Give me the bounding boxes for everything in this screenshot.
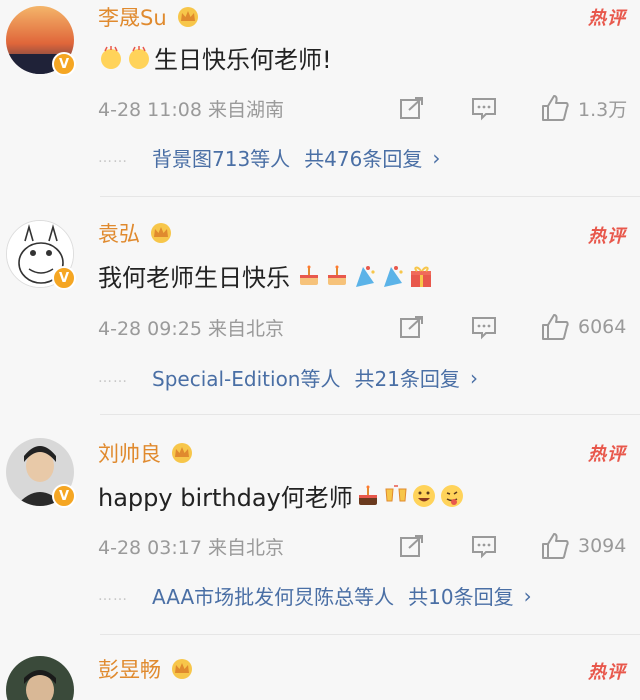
like-count: 3094: [578, 535, 627, 557]
comment-button[interactable]: [470, 314, 498, 340]
comment-text: 我何老师生日快乐: [98, 264, 290, 292]
reply-users: Special-Edition等人: [152, 367, 341, 391]
comment-timestamp: 4-28 03:17 来自北京: [98, 536, 284, 559]
comment-text-row: happy birthday何老师: [98, 478, 467, 513]
comment-timestamp: 4-28 09:25 来自北京: [98, 317, 284, 340]
avatar[interactable]: V: [6, 438, 76, 508]
avatar[interactable]: V: [6, 220, 76, 290]
cake-emoji: [358, 485, 377, 505]
dots-separator: ……: [98, 149, 128, 166]
tongue-emoji: [440, 484, 463, 507]
divider: [100, 634, 640, 635]
reply-users: 背景图713等人: [152, 147, 291, 171]
comment-meta: 4-28 03:17 来自北京 3094: [98, 531, 640, 561]
dots-separator: ……: [98, 369, 128, 386]
reply-count: 共476条回复: [304, 147, 423, 171]
crown-badge-icon: [177, 7, 198, 27]
comment-meta: 4-28 11:08 来自湖南 1.3万: [98, 93, 640, 123]
divider: [100, 414, 640, 415]
comment-icon: [472, 98, 496, 121]
like-count: 6064: [578, 316, 627, 338]
like-button[interactable]: 3094: [540, 532, 626, 560]
hot-comment-badge: 热评: [588, 8, 626, 29]
share-icon: [400, 316, 423, 338]
username-row: 袁弘: [98, 218, 174, 248]
avatar-image: [6, 656, 74, 700]
share-button[interactable]: [398, 533, 426, 559]
thumbs-up-icon: [542, 95, 569, 121]
cheers-emoji: [385, 484, 407, 501]
reply-count: 共10条回复: [408, 585, 514, 609]
confetti-emoji: [356, 265, 375, 287]
comment-text-row: 生日快乐何老师!: [98, 40, 332, 75]
username[interactable]: 刘帅良: [98, 438, 161, 468]
comment-item: V 刘帅良 热评 happy birthday何老师 4-28 03:17 来自…: [0, 428, 640, 633]
divider: [100, 196, 640, 197]
comment-icon: [472, 536, 496, 559]
like-count: 1.3万: [578, 98, 628, 121]
chevron-right-icon: ›: [469, 365, 478, 390]
view-replies-link[interactable]: …… AAA市场批发何炅陈总等人 共10条回复 ›: [98, 581, 532, 610]
hot-comment-badge: 热评: [588, 662, 626, 683]
dots-separator: ……: [98, 587, 128, 604]
comment-item: V 袁弘 热评 我何老师生日快乐 4-28 09:25 来自北京 6064 ………: [0, 210, 640, 415]
laugh-emoji: [412, 484, 435, 507]
reply-count: 共21条回复: [354, 367, 460, 391]
share-icon: [400, 535, 423, 557]
view-replies-link[interactable]: …… 背景图713等人 共476条回复 ›: [98, 143, 440, 172]
confetti-emoji: [384, 265, 403, 287]
hot-comment-badge: 热评: [588, 444, 626, 465]
verified-v-icon: V: [52, 484, 76, 508]
verified-v-icon: V: [52, 266, 76, 290]
comment-text: 生日快乐何老师!: [154, 46, 332, 74]
like-button[interactable]: 1.3万: [540, 94, 627, 122]
username-row: 李晟Su: [98, 2, 201, 32]
chevron-right-icon: ›: [523, 583, 532, 608]
comment-icon: [472, 317, 496, 340]
cake-emoji: [300, 265, 318, 285]
share-button[interactable]: [398, 95, 426, 121]
chevron-right-icon: ›: [432, 145, 441, 170]
like-button[interactable]: 6064: [540, 313, 626, 341]
comment-text: happy birthday何老师: [98, 484, 353, 512]
cake-emoji: [328, 265, 346, 285]
comment-text-row: 我何老师生日快乐: [98, 258, 436, 293]
crown-badge-icon: [172, 659, 192, 679]
username-row: 彭昱畅: [98, 654, 195, 684]
thumbs-up-icon: [542, 314, 569, 340]
share-button[interactable]: [398, 314, 426, 340]
comment-item: 彭昱畅 热评: [0, 648, 640, 700]
comment-meta: 4-28 09:25 来自北京 6064: [98, 312, 640, 342]
gift-emoji: [411, 266, 431, 287]
crown-badge-icon: [172, 443, 192, 463]
thumbs-up-icon: [542, 533, 569, 559]
reply-users: AAA市场批发何炅陈总等人: [152, 585, 395, 609]
comment-button[interactable]: [470, 95, 498, 121]
comment-button[interactable]: [470, 533, 498, 559]
crown-badge-icon: [151, 223, 171, 243]
avatar[interactable]: [6, 656, 74, 700]
clap-emoji: [101, 45, 121, 69]
username-row: 刘帅良: [98, 438, 195, 468]
avatar[interactable]: V: [6, 6, 76, 76]
username[interactable]: 李晟Su: [98, 2, 167, 32]
verified-v-icon: V: [52, 52, 76, 76]
share-icon: [400, 97, 423, 119]
username[interactable]: 袁弘: [98, 218, 140, 248]
clap-emoji: [129, 45, 149, 69]
hot-comment-badge: 热评: [588, 226, 626, 247]
comment-timestamp: 4-28 11:08 来自湖南: [98, 98, 284, 121]
comment-item: V 李晟Su 热评 生日快乐何老师! 4-28 11:08 来自湖南 1.3万 …: [0, 0, 640, 195]
username[interactable]: 彭昱畅: [98, 654, 161, 684]
view-replies-link[interactable]: …… Special-Edition等人 共21条回复 ›: [98, 363, 478, 392]
